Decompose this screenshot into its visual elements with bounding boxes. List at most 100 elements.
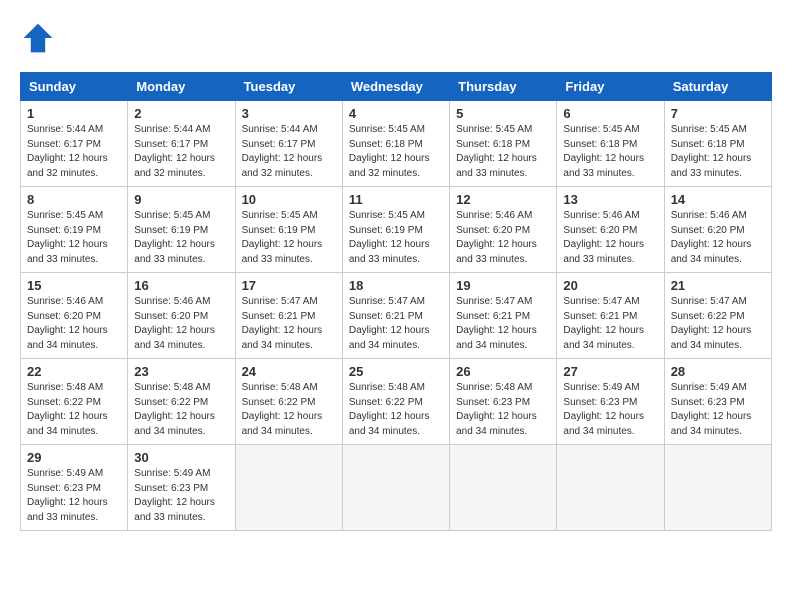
day-number: 2 xyxy=(134,106,228,121)
calendar-header-wednesday: Wednesday xyxy=(342,73,449,101)
calendar-day-cell xyxy=(235,445,342,531)
day-info: Sunrise: 5:45 AMSunset: 6:18 PMDaylight:… xyxy=(456,123,550,181)
calendar-header-sunday: Sunday xyxy=(21,73,128,101)
day-number: 3 xyxy=(242,106,336,121)
day-info: Sunrise: 5:49 AMSunset: 6:23 PMDaylight:… xyxy=(563,381,657,439)
calendar-day-cell: 30Sunrise: 5:49 AMSunset: 6:23 PMDayligh… xyxy=(128,445,235,531)
day-info: Sunrise: 5:45 AMSunset: 6:18 PMDaylight:… xyxy=(349,123,443,181)
day-number: 13 xyxy=(563,192,657,207)
calendar-day-cell: 7 Sunrise: 5:45 AMSunset: 6:18 PMDaylight… xyxy=(664,101,771,187)
day-number: 11 xyxy=(349,192,443,207)
day-info: Sunrise: 5:44 AMSunset: 6:17 PMDaylight:… xyxy=(27,123,121,181)
calendar-day-cell: 1 Sunrise: 5:44 AMSunset: 6:17 PMDaylight… xyxy=(21,101,128,187)
day-info: Sunrise: 5:48 AMSunset: 6:22 PMDaylight:… xyxy=(134,381,228,439)
day-number: 12 xyxy=(456,192,550,207)
calendar-header-tuesday: Tuesday xyxy=(235,73,342,101)
day-info: Sunrise: 5:47 AMSunset: 6:21 PMDaylight:… xyxy=(456,295,550,353)
day-number: 23 xyxy=(134,364,228,379)
calendar-day-cell: 22Sunrise: 5:48 AMSunset: 6:22 PMDayligh… xyxy=(21,359,128,445)
calendar-day-cell xyxy=(342,445,449,531)
calendar-day-cell: 4 Sunrise: 5:45 AMSunset: 6:18 PMDaylight… xyxy=(342,101,449,187)
day-number: 6 xyxy=(563,106,657,121)
page-header xyxy=(20,20,772,56)
calendar-day-cell: 21 Sunrise: 5:47 AMSunset: 6:22 PMDayligh… xyxy=(664,273,771,359)
calendar-body: 1 Sunrise: 5:44 AMSunset: 6:17 PMDaylight… xyxy=(21,101,772,531)
day-number: 25 xyxy=(349,364,443,379)
calendar-header-saturday: Saturday xyxy=(664,73,771,101)
day-number: 4 xyxy=(349,106,443,121)
day-info: Sunrise: 5:45 AMSunset: 6:19 PMDaylight:… xyxy=(134,209,228,267)
day-info: Sunrise: 5:48 AMSunset: 6:22 PMDaylight:… xyxy=(349,381,443,439)
calendar-day-cell: 23 Sunrise: 5:48 AMSunset: 6:22 PMDayligh… xyxy=(128,359,235,445)
day-number: 5 xyxy=(456,106,550,121)
day-number: 26 xyxy=(456,364,550,379)
calendar-day-cell xyxy=(450,445,557,531)
calendar-day-cell: 19 Sunrise: 5:47 AMSunset: 6:21 PMDayligh… xyxy=(450,273,557,359)
calendar-day-cell: 29 Sunrise: 5:49 AMSunset: 6:23 PMDayligh… xyxy=(21,445,128,531)
day-info: Sunrise: 5:45 AMSunset: 6:19 PMDaylight:… xyxy=(27,209,121,267)
calendar-day-cell: 13 Sunrise: 5:46 AMSunset: 6:20 PMDayligh… xyxy=(557,187,664,273)
day-info: Sunrise: 5:48 AMSunset: 6:22 PMDaylight:… xyxy=(242,381,336,439)
calendar-day-cell: 26 Sunrise: 5:48 AMSunset: 6:23 PMDayligh… xyxy=(450,359,557,445)
calendar-day-cell: 25 Sunrise: 5:48 AMSunset: 6:22 PMDayligh… xyxy=(342,359,449,445)
day-number: 15 xyxy=(27,278,121,293)
calendar-day-cell: 2Sunrise: 5:44 AMSunset: 6:17 PMDaylight… xyxy=(128,101,235,187)
day-info: Sunrise: 5:48 AMSunset: 6:23 PMDaylight:… xyxy=(456,381,550,439)
day-info: Sunrise: 5:45 AMSunset: 6:19 PMDaylight:… xyxy=(242,209,336,267)
day-number: 21 xyxy=(671,278,765,293)
calendar-week-row: 8 Sunrise: 5:45 AMSunset: 6:19 PMDaylight… xyxy=(21,187,772,273)
day-number: 8 xyxy=(27,192,121,207)
day-number: 27 xyxy=(563,364,657,379)
day-number: 20 xyxy=(563,278,657,293)
calendar-week-row: 29 Sunrise: 5:49 AMSunset: 6:23 PMDayligh… xyxy=(21,445,772,531)
day-info: Sunrise: 5:45 AMSunset: 6:18 PMDaylight:… xyxy=(671,123,765,181)
day-number: 17 xyxy=(242,278,336,293)
calendar-week-row: 1 Sunrise: 5:44 AMSunset: 6:17 PMDaylight… xyxy=(21,101,772,187)
calendar-day-cell: 24 Sunrise: 5:48 AMSunset: 6:22 PMDayligh… xyxy=(235,359,342,445)
day-number: 9 xyxy=(134,192,228,207)
day-info: Sunrise: 5:46 AMSunset: 6:20 PMDaylight:… xyxy=(456,209,550,267)
calendar-day-cell xyxy=(557,445,664,531)
calendar-day-cell: 8 Sunrise: 5:45 AMSunset: 6:19 PMDaylight… xyxy=(21,187,128,273)
day-number: 10 xyxy=(242,192,336,207)
calendar-header-monday: Monday xyxy=(128,73,235,101)
day-number: 29 xyxy=(27,450,121,465)
day-number: 1 xyxy=(27,106,121,121)
calendar-header-row: SundayMondayTuesdayWednesdayThursdayFrid… xyxy=(21,73,772,101)
day-info: Sunrise: 5:46 AMSunset: 6:20 PMDaylight:… xyxy=(563,209,657,267)
calendar-day-cell: 9 Sunrise: 5:45 AMSunset: 6:19 PMDaylight… xyxy=(128,187,235,273)
day-number: 16 xyxy=(134,278,228,293)
calendar-day-cell: 14Sunrise: 5:46 AMSunset: 6:20 PMDayligh… xyxy=(664,187,771,273)
calendar-week-row: 15 Sunrise: 5:46 AMSunset: 6:20 PMDayligh… xyxy=(21,273,772,359)
calendar-day-cell: 6Sunrise: 5:45 AMSunset: 6:18 PMDaylight… xyxy=(557,101,664,187)
calendar-day-cell: 18Sunrise: 5:47 AMSunset: 6:21 PMDayligh… xyxy=(342,273,449,359)
day-number: 19 xyxy=(456,278,550,293)
day-number: 24 xyxy=(242,364,336,379)
day-number: 28 xyxy=(671,364,765,379)
day-info: Sunrise: 5:49 AMSunset: 6:23 PMDaylight:… xyxy=(27,467,121,525)
day-info: Sunrise: 5:46 AMSunset: 6:20 PMDaylight:… xyxy=(134,295,228,353)
calendar-day-cell: 11 Sunrise: 5:45 AMSunset: 6:19 PMDayligh… xyxy=(342,187,449,273)
calendar-day-cell xyxy=(664,445,771,531)
day-number: 7 xyxy=(671,106,765,121)
day-number: 18 xyxy=(349,278,443,293)
day-info: Sunrise: 5:46 AMSunset: 6:20 PMDaylight:… xyxy=(671,209,765,267)
calendar-day-cell: 16 Sunrise: 5:46 AMSunset: 6:20 PMDayligh… xyxy=(128,273,235,359)
calendar-day-cell: 5 Sunrise: 5:45 AMSunset: 6:18 PMDaylight… xyxy=(450,101,557,187)
calendar-day-cell: 3 Sunrise: 5:44 AMSunset: 6:17 PMDaylight… xyxy=(235,101,342,187)
calendar-day-cell: 27 Sunrise: 5:49 AMSunset: 6:23 PMDayligh… xyxy=(557,359,664,445)
day-info: Sunrise: 5:47 AMSunset: 6:21 PMDaylight:… xyxy=(563,295,657,353)
day-info: Sunrise: 5:47 AMSunset: 6:22 PMDaylight:… xyxy=(671,295,765,353)
calendar-day-cell: 10 Sunrise: 5:45 AMSunset: 6:19 PMDayligh… xyxy=(235,187,342,273)
day-info: Sunrise: 5:46 AMSunset: 6:20 PMDaylight:… xyxy=(27,295,121,353)
calendar-table: SundayMondayTuesdayWednesdayThursdayFrid… xyxy=(20,72,772,531)
day-info: Sunrise: 5:47 AMSunset: 6:21 PMDaylight:… xyxy=(242,295,336,353)
logo-icon xyxy=(20,20,56,56)
day-number: 22 xyxy=(27,364,121,379)
calendar-header-friday: Friday xyxy=(557,73,664,101)
calendar-day-cell: 28Sunrise: 5:49 AMSunset: 6:23 PMDayligh… xyxy=(664,359,771,445)
logo xyxy=(20,20,62,56)
day-number: 30 xyxy=(134,450,228,465)
day-info: Sunrise: 5:45 AMSunset: 6:19 PMDaylight:… xyxy=(349,209,443,267)
day-info: Sunrise: 5:44 AMSunset: 6:17 PMDaylight:… xyxy=(242,123,336,181)
